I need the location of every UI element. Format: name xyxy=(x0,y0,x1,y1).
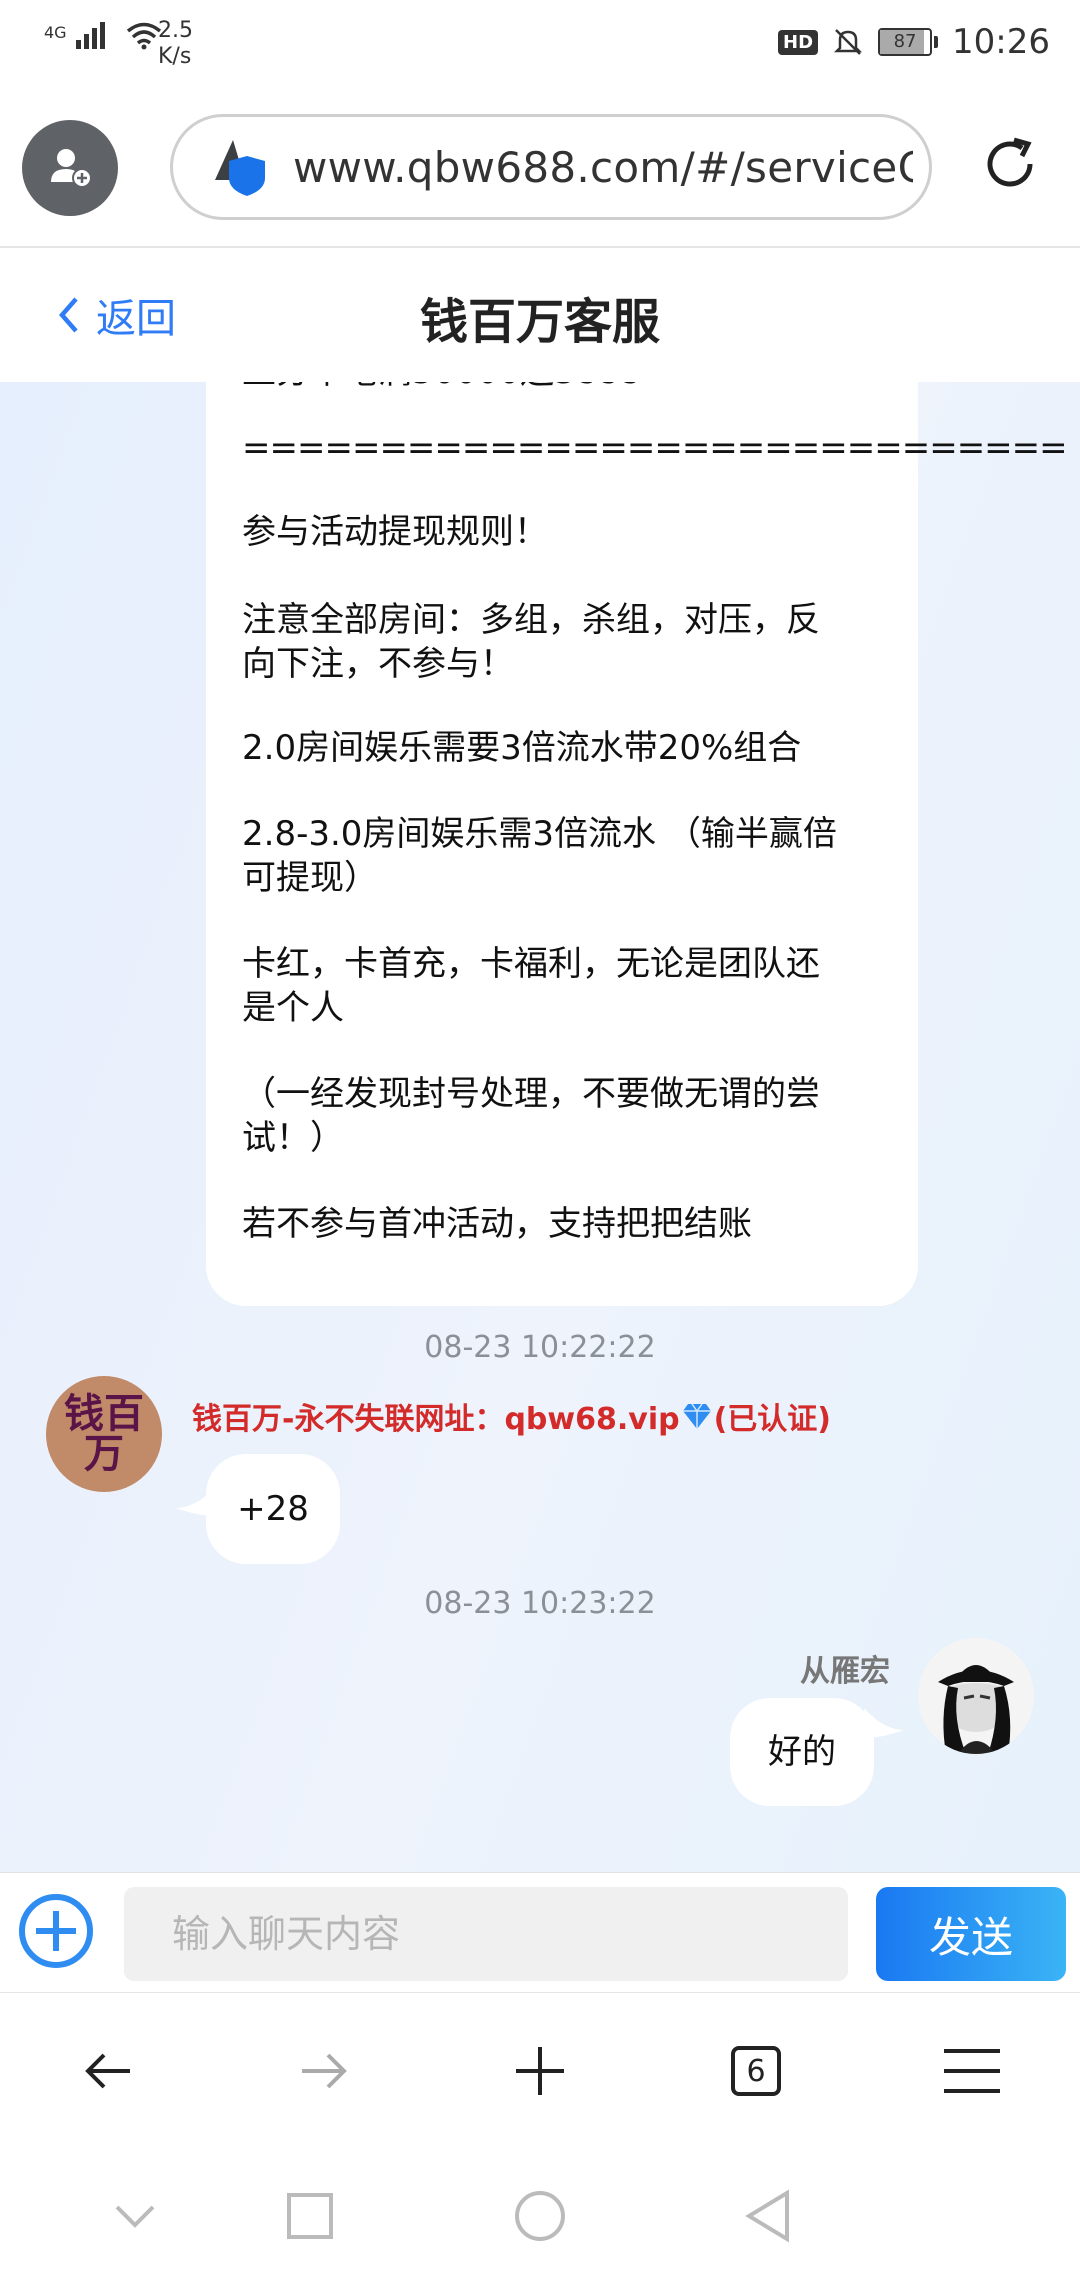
forward-nav-button[interactable] xyxy=(274,2031,374,2111)
reload-button[interactable] xyxy=(970,124,1050,204)
chevron-down-icon xyxy=(115,2205,155,2228)
message-line: 上分单笔满50000送3888 xyxy=(242,382,641,394)
clock: 10:26 xyxy=(952,22,1050,62)
reload-icon xyxy=(987,137,1033,187)
security-shield-icon xyxy=(215,140,265,196)
page-title: 钱百万客服 xyxy=(419,294,660,350)
message-timestamp: 08-23 10:22:22 xyxy=(424,1330,656,1365)
status-right: HD 87 10:26 xyxy=(778,22,1050,62)
user-message-text: 好的 xyxy=(768,1732,836,1772)
chat-input-bar: 发送 xyxy=(0,1872,1080,1991)
message-bubble-rules: 上分单笔满50000送3888 ========================… xyxy=(206,382,1068,1306)
menu-button[interactable] xyxy=(922,2031,1022,2111)
message-timestamp: 08-23 10:23:22 xyxy=(424,1586,656,1621)
network-type: 4G xyxy=(44,23,67,42)
browser-address-row: www.qbw688.com/#/serviceChat xyxy=(0,96,1080,248)
signal-icon xyxy=(76,22,106,49)
hd-badge: HD xyxy=(778,29,819,55)
message-line: 若不参与首冲活动，支持把把结账 xyxy=(242,1204,752,1244)
arrow-right-icon xyxy=(302,2053,347,2089)
message-line: 可提现） xyxy=(242,858,378,898)
message-line: （一经发现封号处理，不要做无谓的尝 xyxy=(242,1074,820,1114)
network-speed: 2.5 K/s xyxy=(158,18,193,69)
message-line: ============================== xyxy=(242,428,1068,468)
new-tab-button[interactable] xyxy=(490,2031,590,2111)
tabs-button[interactable]: 6 xyxy=(706,2031,806,2111)
agent-message-text: +28 xyxy=(237,1489,309,1529)
signal-indicator: 4G xyxy=(44,20,164,50)
user-portrait xyxy=(918,1638,1034,1754)
add-user-icon xyxy=(51,149,92,188)
message-line: 2.8-3.0房间娱乐需3倍流水 （输半赢倍 xyxy=(242,814,837,854)
hide-keyboard-button[interactable] xyxy=(95,2176,175,2256)
send-button[interactable]: 发送 xyxy=(876,1887,1066,1981)
plus-circle-icon xyxy=(19,1894,93,1968)
message-input[interactable] xyxy=(124,1887,848,1981)
recents-button[interactable] xyxy=(270,2176,350,2256)
mute-bell-icon xyxy=(833,29,863,55)
address-bar[interactable]: www.qbw688.com/#/serviceChat xyxy=(170,114,932,220)
message-line: 是个人 xyxy=(242,988,344,1028)
message-line: 卡红，卡首充，卡福利，无论是团队还 xyxy=(242,944,820,984)
system-back-button[interactable] xyxy=(728,2176,808,2256)
message-line: 注意全部房间：多组，杀组，对压，反 xyxy=(242,600,820,640)
triangle-back-icon xyxy=(745,2189,789,2243)
plus-icon xyxy=(516,2047,564,2095)
agent-avatar[interactable]: 钱百 万 xyxy=(46,1376,162,1492)
message-line: 向下注，不参与！ xyxy=(242,644,514,684)
chat-header: 返回 钱百万客服 xyxy=(0,248,1080,383)
diamond-verified-icon xyxy=(682,1403,711,1429)
chat-messages[interactable]: 上分单笔满50000送3888 ========================… xyxy=(0,382,1080,1872)
home-button[interactable] xyxy=(500,2176,580,2256)
message-line: 参与活动提现规则！ xyxy=(242,512,548,552)
tab-count: 6 xyxy=(731,2046,781,2096)
system-navigation-bar xyxy=(0,2150,1080,2280)
avatar-text: 万 xyxy=(84,1430,124,1477)
status-bar: 4G 2.5 K/s HD 87 10:26 xyxy=(0,0,1080,96)
arrow-left-icon xyxy=(85,2053,130,2089)
hamburger-menu-icon xyxy=(944,2049,1000,2093)
agent-name-text: 钱百万-永不失联网址：qbw68.vip xyxy=(192,1402,680,1437)
message-line: 2.0房间娱乐需要3倍流水带20%组合 xyxy=(242,728,802,768)
url-text: www.qbw688.com/#/serviceChat xyxy=(293,142,913,192)
back-nav-button[interactable] xyxy=(58,2031,158,2111)
profile-button[interactable] xyxy=(22,120,118,216)
browser-toolbar: 6 xyxy=(0,1992,1080,2151)
message-line: 试！） xyxy=(242,1118,344,1158)
verified-label: (已认证) xyxy=(713,1402,831,1437)
attach-button[interactable] xyxy=(16,1891,96,1971)
message-bubble-agent: +28 xyxy=(206,1454,340,1564)
avatar-text: 钱百 xyxy=(64,1390,144,1437)
message-bubble-user: 好的 xyxy=(730,1698,874,1806)
square-icon xyxy=(287,2193,333,2239)
circle-icon xyxy=(515,2191,565,2241)
agent-name: 钱百万-永不失联网址：qbw68.vip (已认证) xyxy=(192,1394,831,1438)
user-avatar[interactable] xyxy=(918,1638,1034,1754)
battery-indicator: 87 xyxy=(878,28,939,56)
user-name: 从雁宏 xyxy=(800,1654,890,1689)
